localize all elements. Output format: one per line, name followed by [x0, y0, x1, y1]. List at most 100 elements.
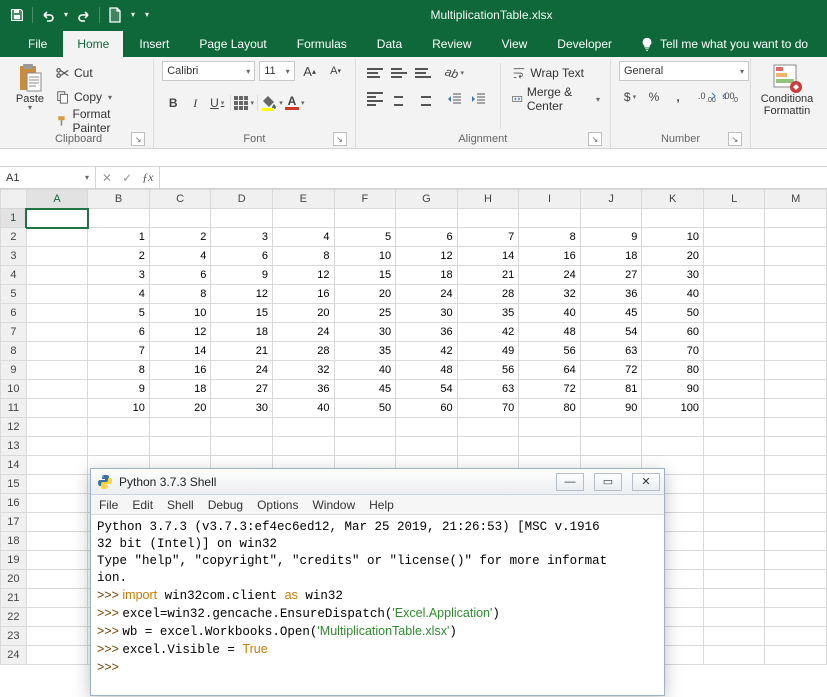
cell[interactable]: 8 [149, 285, 211, 304]
cell[interactable]: 6 [396, 228, 458, 247]
cell[interactable]: 24 [272, 323, 334, 342]
cell[interactable]: 18 [149, 380, 211, 399]
cell[interactable] [519, 418, 581, 437]
cell[interactable]: 56 [457, 361, 519, 380]
row-header[interactable]: 19 [1, 551, 27, 570]
cell[interactable]: 42 [457, 323, 519, 342]
shrink-font-button[interactable]: A▾ [325, 61, 347, 81]
align-center-button[interactable] [388, 89, 410, 109]
cell[interactable] [765, 494, 827, 513]
cell[interactable] [703, 247, 764, 266]
fill-color-button[interactable] [260, 93, 284, 113]
cell[interactable] [703, 589, 764, 608]
cell[interactable] [703, 513, 764, 532]
grow-font-button[interactable]: A▴ [299, 61, 321, 81]
python-menu-item[interactable]: Shell [167, 498, 194, 512]
cell[interactable]: 100 [642, 399, 704, 418]
row-header[interactable]: 3 [1, 247, 27, 266]
cell[interactable]: 6 [149, 266, 211, 285]
row-header[interactable]: 6 [1, 304, 27, 323]
cell[interactable] [765, 209, 827, 228]
formula-input[interactable] [160, 167, 827, 188]
cell[interactable] [396, 437, 458, 456]
align-top-button[interactable] [364, 63, 386, 83]
cell[interactable] [334, 437, 396, 456]
cell[interactable]: 1 [88, 228, 150, 247]
cell[interactable]: 70 [457, 399, 519, 418]
increase-decimal-button[interactable]: .0.00 [696, 87, 718, 107]
wrap-text-button[interactable]: Wrap Text [510, 63, 602, 83]
cell[interactable] [765, 646, 827, 665]
cell[interactable]: 28 [272, 342, 334, 361]
row-header[interactable]: 9 [1, 361, 27, 380]
decrease-indent-button[interactable] [444, 89, 466, 109]
minimize-button[interactable]: — [556, 473, 584, 491]
paste-dropdown-icon[interactable]: ▾ [28, 103, 32, 112]
row-header[interactable]: 17 [1, 513, 27, 532]
font-launcher[interactable]: ↘ [333, 132, 347, 146]
cell[interactable] [703, 456, 764, 475]
cell[interactable] [765, 570, 827, 589]
cell[interactable]: 54 [396, 380, 458, 399]
cell[interactable]: 36 [580, 285, 642, 304]
row-header[interactable]: 13 [1, 437, 27, 456]
cell[interactable]: 48 [396, 361, 458, 380]
cell[interactable]: 9 [580, 228, 642, 247]
cell[interactable] [26, 323, 87, 342]
cell[interactable] [703, 646, 764, 665]
cell[interactable]: 21 [457, 266, 519, 285]
column-header[interactable]: B [88, 190, 150, 209]
cell[interactable] [703, 532, 764, 551]
cell[interactable]: 20 [272, 304, 334, 323]
cell[interactable] [580, 418, 642, 437]
cell[interactable]: 32 [272, 361, 334, 380]
cell[interactable]: 90 [642, 380, 704, 399]
cell[interactable]: 81 [580, 380, 642, 399]
paste-button[interactable]: Paste ▾ [12, 61, 48, 112]
cell[interactable] [765, 361, 827, 380]
cell[interactable] [457, 418, 519, 437]
cell[interactable]: 90 [580, 399, 642, 418]
cell[interactable] [26, 627, 87, 646]
italic-button[interactable]: I [184, 93, 206, 113]
cell[interactable] [703, 228, 764, 247]
cell[interactable]: 9 [211, 266, 273, 285]
tab-review[interactable]: Review [418, 31, 485, 57]
percent-format-button[interactable]: % [643, 87, 665, 107]
row-header[interactable]: 16 [1, 494, 27, 513]
cell[interactable]: 10 [642, 228, 704, 247]
cell[interactable] [703, 551, 764, 570]
column-header[interactable]: C [149, 190, 211, 209]
cell[interactable]: 8 [88, 361, 150, 380]
cell[interactable]: 35 [457, 304, 519, 323]
cell[interactable] [519, 209, 581, 228]
cell[interactable] [703, 342, 764, 361]
cell[interactable] [26, 399, 87, 418]
cell[interactable] [88, 209, 150, 228]
cell[interactable] [765, 266, 827, 285]
cell[interactable] [765, 608, 827, 627]
cell[interactable]: 5 [88, 304, 150, 323]
align-right-button[interactable] [412, 89, 434, 109]
number-format-combo[interactable]: General▾ [619, 61, 749, 81]
tab-page-layout[interactable]: Page Layout [185, 31, 280, 57]
cell[interactable]: 40 [642, 285, 704, 304]
cell[interactable]: 72 [580, 361, 642, 380]
column-header[interactable]: K [642, 190, 704, 209]
cell[interactable]: 24 [211, 361, 273, 380]
select-all-corner[interactable] [1, 190, 27, 209]
undo-dropdown[interactable]: ▾ [61, 3, 71, 27]
row-header[interactable]: 1 [1, 209, 27, 228]
cell[interactable] [703, 304, 764, 323]
cell[interactable] [26, 285, 87, 304]
maximize-button[interactable]: ▭ [594, 473, 622, 491]
name-box[interactable]: A1 ▾ [0, 167, 96, 188]
cell[interactable]: 10 [88, 399, 150, 418]
cell[interactable] [765, 551, 827, 570]
cell[interactable]: 15 [211, 304, 273, 323]
tab-data[interactable]: Data [363, 31, 416, 57]
python-menu-item[interactable]: Help [369, 498, 394, 512]
format-painter-button[interactable]: Format Painter [54, 111, 145, 131]
cell[interactable] [642, 418, 704, 437]
cell[interactable]: 35 [334, 342, 396, 361]
